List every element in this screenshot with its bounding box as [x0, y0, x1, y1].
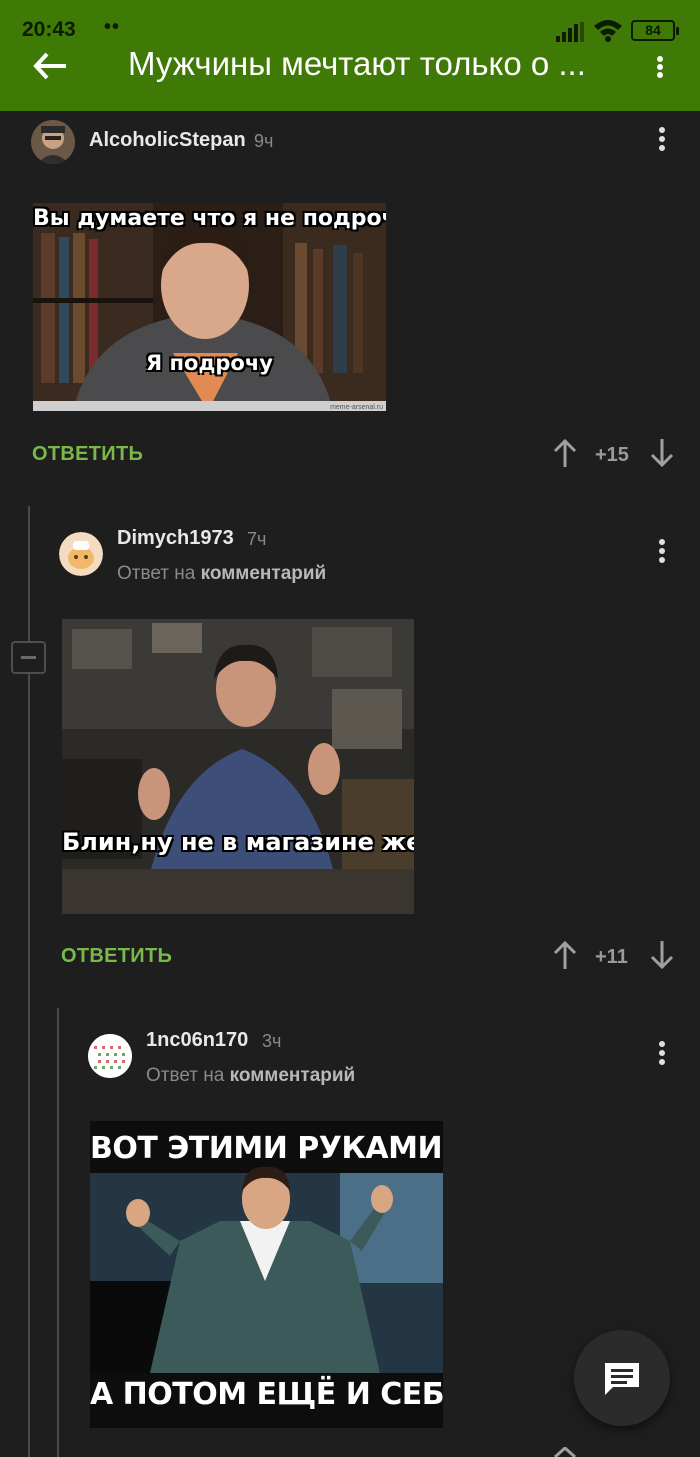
meme-caption-bottom: Блин,ну не в магазине же — [62, 828, 414, 856]
comment-kebab-icon[interactable] — [650, 536, 674, 568]
comment-icon — [605, 1363, 639, 1395]
upvote-arrow-icon[interactable] — [552, 1447, 578, 1457]
comment-time: 9ч — [254, 131, 274, 151]
meme-caption-top: ВОТ ЭТИМИ РУКАМИ! — [90, 1131, 443, 1166]
comment-image[interactable]: Вы думаете что я не подрочу? Я подрочу m… — [33, 203, 386, 411]
username[interactable]: 1nc06n170 — [146, 1029, 248, 1052]
meme-caption-bottom: А ПОТОМ ЕЩЁ И СЕБЕ! — [90, 1377, 443, 1412]
signal-icon — [556, 22, 584, 42]
reply-to-link[interactable]: комментарий — [230, 1065, 356, 1086]
reply-to-label: Ответ на комментарий — [146, 1065, 355, 1087]
reply-to-label: Ответ на комментарий — [117, 563, 326, 585]
meme-caption-bottom: Я подрочу — [146, 351, 273, 375]
comment-score: +15 — [595, 444, 629, 466]
comment-image[interactable]: ВОТ ЭТИМИ РУКАМИ! А ПОТОМ ЕЩЁ И СЕБЕ! — [90, 1121, 443, 1428]
comment-kebab-icon[interactable] — [650, 1038, 674, 1070]
comment-time: 3ч — [262, 1031, 282, 1051]
user-avatar[interactable] — [59, 532, 103, 576]
back-arrow-icon[interactable] — [30, 48, 70, 84]
add-comment-button[interactable] — [574, 1330, 670, 1426]
app-bar: 20:43 •• 84 Мужчины мечтают только о ... — [0, 0, 700, 111]
wifi-icon — [594, 20, 622, 42]
status-time: 20:43 — [22, 18, 76, 41]
image-watermark: meme-arsenal.ru — [330, 404, 383, 411]
comment-image[interactable]: Блин,ну не в магазине же — [62, 619, 414, 914]
status-bar: 20:43 •• 84 — [0, 0, 700, 44]
meme-caption-top: Вы думаете что я не подрочу? — [33, 206, 386, 231]
upvote-arrow-icon[interactable] — [552, 438, 578, 468]
reply-to-prefix: Ответ на — [117, 563, 196, 584]
comment-score: +11 — [595, 946, 628, 968]
user-avatar[interactable] — [31, 120, 75, 164]
meme-picture — [62, 619, 414, 914]
collapse-thread-button[interactable] — [11, 641, 46, 674]
upvote-arrow-icon[interactable] — [552, 940, 578, 970]
comment-time: 7ч — [247, 529, 267, 549]
reply-to-prefix: Ответ на — [146, 1065, 225, 1086]
meme-picture — [33, 203, 386, 411]
username[interactable]: Dimych1973 — [117, 527, 234, 550]
thread-line-level-2 — [57, 1008, 59, 1457]
page-title: Мужчины мечтают только о ... — [128, 45, 586, 82]
reply-button[interactable]: ОТВЕТИТЬ — [61, 945, 172, 968]
downvote-arrow-icon[interactable] — [649, 438, 675, 468]
downvote-arrow-icon[interactable] — [649, 940, 675, 970]
reply-button[interactable]: ОТВЕТИТЬ — [32, 443, 143, 466]
notification-dots: •• — [104, 16, 121, 38]
username[interactable]: AlcoholicStepan — [89, 129, 246, 152]
user-avatar[interactable] — [88, 1034, 132, 1078]
comment-kebab-icon[interactable] — [650, 124, 674, 156]
battery-indicator: 84 — [631, 20, 679, 41]
reply-to-link[interactable]: комментарий — [201, 563, 327, 584]
header-kebab-icon[interactable] — [648, 52, 672, 82]
